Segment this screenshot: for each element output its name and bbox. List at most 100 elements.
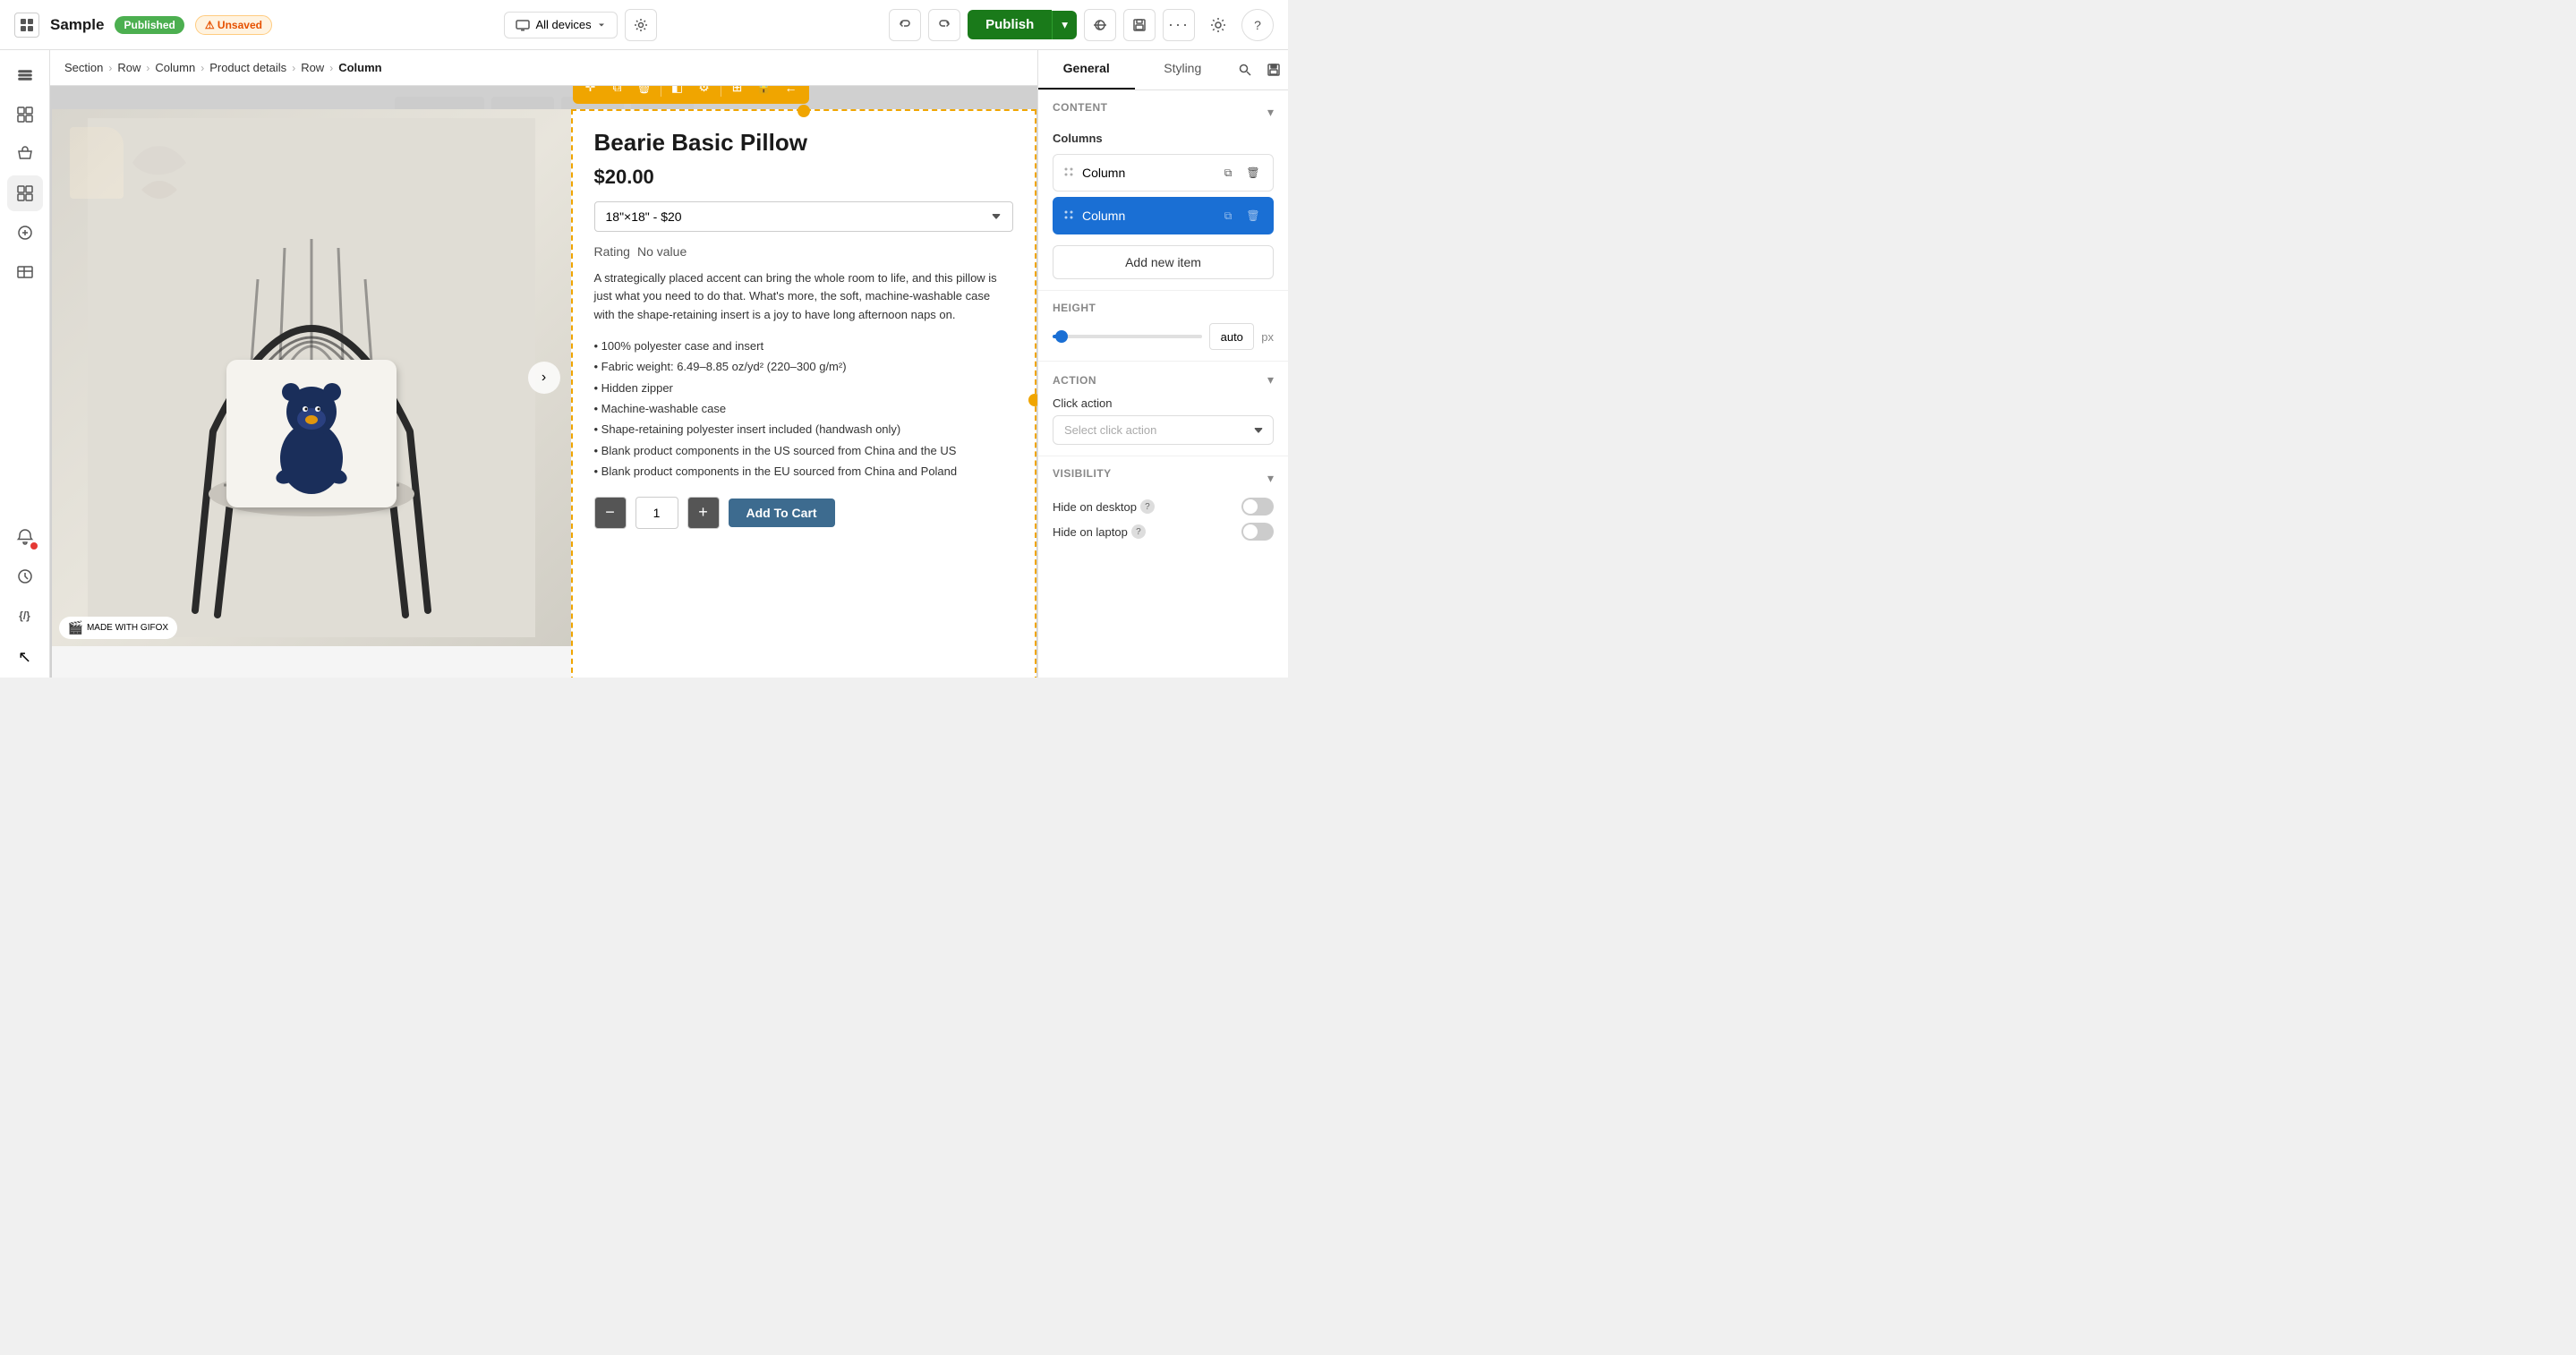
column-item-2[interactable]: Column ⧉ 🗑 (1053, 197, 1274, 234)
feature-7: Blank product components in the EU sourc… (594, 461, 1013, 481)
notification-dot (30, 542, 38, 550)
canvas-settings-button[interactable] (625, 9, 657, 41)
settings-gear-button[interactable] (1202, 9, 1234, 41)
add-new-item-button[interactable]: Add new item (1053, 245, 1274, 279)
device-selector[interactable]: All devices (504, 12, 617, 38)
column-copy-2[interactable]: ⧉ (1217, 205, 1239, 226)
hide-laptop-label: Hide on laptop ? (1053, 524, 1146, 539)
main-layout: {/} ↖ Section › Row › Column › Product d… (0, 50, 1288, 678)
rating-row: Rating No value (594, 244, 1013, 259)
tab-general[interactable]: General (1038, 50, 1135, 89)
feature-4: Machine-washable case (594, 398, 1013, 419)
carousel-next-button[interactable]: › (528, 362, 560, 394)
height-control: px (1053, 323, 1274, 350)
selection-handle-right[interactable] (1028, 394, 1038, 406)
element-toolbar: ✛ ⧉ 🗑 ◧ ⚙ ⊞ 🔒 ← (573, 86, 809, 104)
toolbar-delete[interactable]: 🗑 (632, 86, 657, 100)
sidebar-item-menu[interactable] (7, 57, 43, 93)
canvas-area: Section › Row › Column › Product details… (50, 50, 1037, 678)
qty-plus-button[interactable]: + (687, 497, 720, 529)
tab-styling[interactable]: Styling (1135, 50, 1232, 89)
undo-button[interactable] (889, 9, 921, 41)
app-nav-icon[interactable] (14, 13, 39, 38)
rating-value: No value (637, 244, 687, 259)
more-icon: ··· (1168, 15, 1190, 34)
hide-desktop-help[interactable]: ? (1140, 499, 1155, 514)
hide-laptop-toggle[interactable] (1241, 523, 1274, 541)
qty-minus-button[interactable]: − (594, 497, 627, 529)
preview-button[interactable] (1084, 9, 1116, 41)
breadcrumb-product-details[interactable]: Product details (209, 61, 286, 74)
feature-1: 100% polyester case and insert (594, 336, 1013, 356)
feature-5: Shape-retaining polyester insert include… (594, 419, 1013, 439)
more-options-button[interactable]: ··· (1163, 9, 1195, 41)
hide-desktop-label: Hide on desktop ? (1053, 499, 1155, 514)
toolbar-left-align[interactable]: ◧ (665, 86, 690, 100)
column-label-1: Column (1082, 166, 1210, 180)
breadcrumb-section[interactable]: Section (64, 61, 103, 74)
redo-button[interactable] (928, 9, 960, 41)
page-content: › 🎬 MADE WITH GIFOX ✛ ⧉ 🗑 ◧ (50, 86, 1037, 678)
publish-button[interactable]: Publish (968, 10, 1052, 39)
content-section-toggle[interactable]: ▾ (1267, 105, 1274, 120)
rating-label: Rating (594, 244, 630, 259)
qty-input[interactable] (635, 497, 678, 529)
click-action-select[interactable]: Select click action (1053, 415, 1274, 445)
hide-desktop-toggle[interactable] (1241, 498, 1274, 516)
topbar-left: Sample Published ⚠ Unsaved (14, 13, 272, 38)
panel-save-button[interactable] (1259, 50, 1288, 89)
toolbar-lock[interactable]: 🔒 (752, 86, 777, 100)
product-description: A strategically placed accent can bring … (594, 269, 1013, 325)
action-section-title: ACTION (1053, 374, 1096, 387)
toolbar-move[interactable]: ✛ (578, 86, 603, 100)
toolbar-copy[interactable]: ⧉ (605, 86, 630, 100)
panel-search-button[interactable] (1231, 50, 1259, 89)
breadcrumb-column-1[interactable]: Column (155, 61, 195, 74)
hide-laptop-help[interactable]: ? (1131, 524, 1146, 539)
sidebar-item-shop[interactable] (7, 136, 43, 172)
column-actions-2: ⧉ 🗑 (1217, 205, 1264, 226)
height-input[interactable] (1209, 323, 1254, 350)
sidebar-item-notifications[interactable] (7, 519, 43, 555)
feature-6: Blank product components in the US sourc… (594, 440, 1013, 461)
watermark-text: MADE WITH GIFOX (87, 623, 168, 633)
column-item-1[interactable]: Column ⧉ 🗑 (1053, 154, 1274, 192)
sidebar-item-code[interactable]: {/} (7, 598, 43, 634)
sidebar-item-grid[interactable] (7, 175, 43, 211)
breadcrumb-sep-1: › (108, 62, 112, 74)
qty-cart-row: − + Add To Cart (594, 497, 1013, 529)
help-button[interactable]: ? (1241, 9, 1274, 41)
column-drag-icon-2 (1062, 209, 1075, 224)
breadcrumb-row-1[interactable]: Row (117, 61, 141, 74)
sidebar-item-add[interactable] (7, 215, 43, 251)
toolbar-settings[interactable]: ⚙ (692, 86, 717, 100)
breadcrumb: Section › Row › Column › Product details… (50, 50, 1037, 86)
column-delete-2[interactable]: 🗑 (1242, 205, 1264, 226)
sidebar-item-table[interactable] (7, 254, 43, 290)
height-unit: px (1261, 330, 1274, 344)
hide-laptop-text: Hide on laptop (1053, 525, 1128, 539)
visibility-section-toggle[interactable]: ▾ (1267, 471, 1274, 486)
sidebar-item-layers[interactable] (7, 97, 43, 132)
save-button[interactable] (1123, 9, 1156, 41)
breadcrumb-row-2[interactable]: Row (301, 61, 324, 74)
columns-subsection-title: Columns (1053, 132, 1103, 145)
content-section: CONTENT ▾ Columns Column ⧉ 🗑 (1038, 90, 1288, 290)
action-section-toggle[interactable]: ▾ (1267, 372, 1274, 388)
panel-tabs: General Styling (1038, 50, 1288, 90)
height-slider[interactable] (1053, 335, 1202, 338)
publish-dropdown-button[interactable]: ▾ (1052, 11, 1077, 39)
column-copy-1[interactable]: ⧉ (1217, 162, 1239, 183)
toolbar-back[interactable]: ← (779, 86, 804, 100)
help-icon: ? (1254, 18, 1261, 32)
breadcrumb-sep-5: › (329, 62, 333, 74)
toolbar-duplicate[interactable]: ⊞ (725, 86, 750, 100)
product-page: › 🎬 MADE WITH GIFOX ✛ ⧉ 🗑 ◧ (52, 109, 1036, 678)
sidebar-item-history[interactable] (7, 558, 43, 594)
hide-desktop-row: Hide on desktop ? (1053, 498, 1274, 516)
selection-handle-top[interactable] (798, 105, 810, 117)
column-delete-1[interactable]: 🗑 (1242, 162, 1264, 183)
topbar: Sample Published ⚠ Unsaved All devices P… (0, 0, 1288, 50)
variant-selector[interactable]: 18"×18" - $20 (594, 201, 1013, 232)
add-to-cart-button[interactable]: Add To Cart (729, 499, 835, 527)
